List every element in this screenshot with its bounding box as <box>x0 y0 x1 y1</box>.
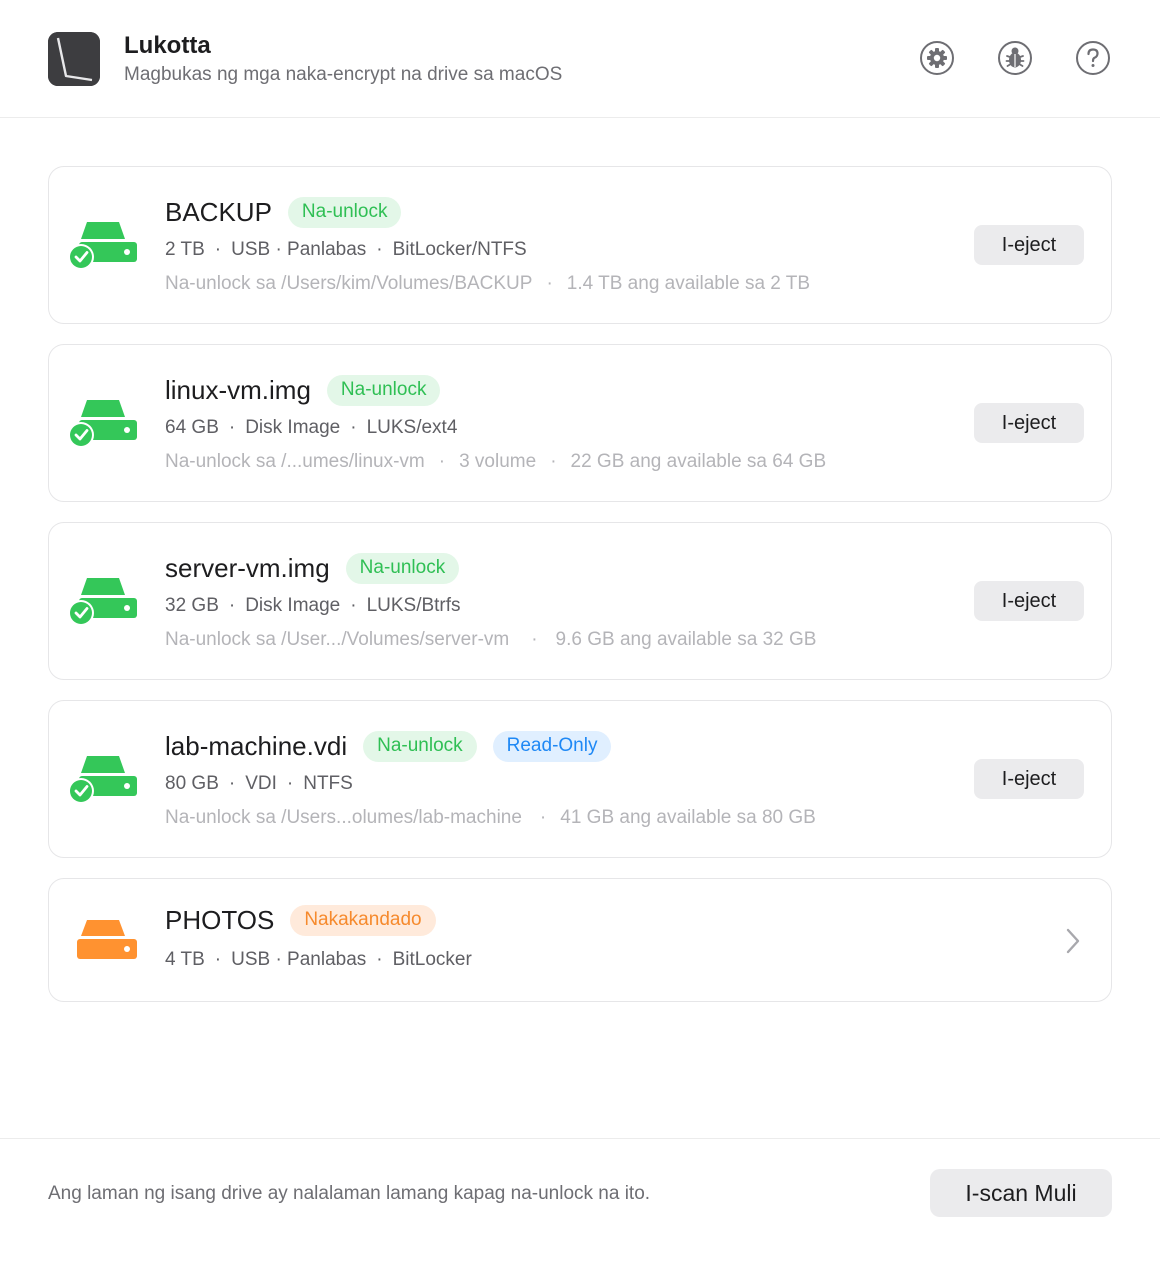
mount-path: Na-unlock sa /Users...olumes/lab-machine <box>165 807 522 828</box>
drive-size: 4 TB <box>165 949 205 970</box>
drive-name: lab-machine.vdi <box>165 731 348 761</box>
space-available: 1.4 TB ang available sa 2 TB <box>566 273 811 294</box>
drive-name: BACKUP <box>165 197 272 227</box>
app-subtitle: Magbukas ng mga naka-encrypt na drive sa… <box>124 64 563 85</box>
drive-type: USB · Panlabas <box>231 949 367 970</box>
status-badge: Na-unlock <box>363 731 477 762</box>
mount-path: Na-unlock sa /...umes/linux-vm <box>165 451 425 472</box>
debug-button[interactable] <box>997 40 1033 76</box>
drive-size: 64 GB <box>165 417 219 438</box>
footer-note: Ang laman ng isang drive ay nalalaman la… <box>48 1183 651 1204</box>
mount-path: Na-unlock sa /Users/kim/Volumes/BACKUP <box>165 273 533 294</box>
drive-card-photos[interactable]: PHOTOS Nakakandado 4 TB · USB · Panlabas · B… <box>48 878 1112 1002</box>
gear-icon <box>920 41 954 75</box>
drive-detail: Na-unlock sa /Users/kim/Volumes/BACKUP · 1… <box>165 273 811 294</box>
drive-format: LUKS/Btrfs <box>366 595 461 616</box>
header: Lukotta Magbukas ng mga naka-encrypt na … <box>0 0 1160 118</box>
drive-name: PHOTOS <box>165 905 275 935</box>
drive-format: NTFS <box>303 773 353 794</box>
drive-unlocked-icon <box>68 756 137 804</box>
rescan-button[interactable]: I-scan Muli <box>930 1169 1112 1217</box>
help-button[interactable] <box>1075 40 1111 76</box>
app-logo-icon <box>48 32 100 86</box>
drive-type: Disk Image <box>245 595 341 616</box>
drive-meta: 64 GB · Disk Image · LUKS/ext4 <box>165 417 458 438</box>
app-window: Lukotta Magbukas ng mga naka-encrypt na … <box>0 0 1160 1264</box>
drive-format: BitLocker <box>392 949 472 970</box>
drive-detail: Na-unlock sa /...umes/linux-vm · 3 volume ·… <box>165 451 827 472</box>
drive-title-row: PHOTOS Nakakandado <box>165 905 436 936</box>
drive-type: Disk Image <box>245 417 341 438</box>
drive-card-lab-machine[interactable]: lab-machine.vdi Na-unlock Read-Only 80 G… <box>48 700 1112 858</box>
drive-name: server-vm.img <box>165 553 330 583</box>
drive-unlocked-icon <box>68 400 137 448</box>
eject-button[interactable]: I-eject <box>974 403 1084 443</box>
eject-button[interactable]: I-eject <box>974 225 1084 265</box>
drive-type: VDI <box>245 773 277 794</box>
status-badge: Na-unlock <box>326 375 441 406</box>
drive-format: BitLocker/NTFS <box>392 239 527 260</box>
drive-name: linux-vm.img <box>165 375 311 405</box>
drive-size: 80 GB <box>165 773 219 794</box>
mount-path: Na-unlock sa /User.../Volumes/server-vm <box>165 629 510 650</box>
status-badge: Na-unlock <box>287 197 402 228</box>
status-badge: Na-unlock <box>345 553 460 584</box>
drive-size: 32 GB <box>165 595 219 616</box>
drive-locked-icon <box>77 920 137 959</box>
read-only-badge: Read-Only <box>492 731 612 762</box>
help-icon <box>1076 41 1110 75</box>
chevron-right-icon <box>1066 928 1080 954</box>
drive-meta: 32 GB · Disk Image · LUKS/Btrfs <box>165 595 461 616</box>
drive-meta: 2 TB · USB · Panlabas · BitLocker/NTFS <box>165 239 527 260</box>
eject-button[interactable]: I-eject <box>974 759 1084 799</box>
drive-title-row: BACKUP Na-unlock <box>165 197 402 228</box>
drive-format: LUKS/ext4 <box>366 417 458 438</box>
drive-card-linux-vm[interactable]: linux-vm.img Na-unlock 64 GB · Disk Image ·… <box>48 344 1112 502</box>
drive-detail: Na-unlock sa /User.../Volumes/server-vm ·… <box>165 629 817 650</box>
drive-unlocked-icon <box>68 578 137 626</box>
space-available: 22 GB ang available sa 64 GB <box>570 451 827 472</box>
drive-meta: 80 GB · VDI · NTFS <box>165 773 353 794</box>
volume-count: 3 volume <box>459 451 537 472</box>
drive-title-row: server-vm.img Na-unlock <box>165 553 460 584</box>
drive-title-row: linux-vm.img Na-unlock <box>165 375 441 406</box>
space-available: 41 GB ang available sa 80 GB <box>560 807 816 828</box>
settings-button[interactable] <box>919 40 955 76</box>
drive-card-backup[interactable]: BACKUP Na-unlock 2 TB · USB · Panlabas · Bit… <box>48 166 1112 324</box>
drive-unlocked-icon <box>68 222 137 270</box>
drive-title-row: lab-machine.vdi Na-unlock Read-Only <box>165 731 612 762</box>
bug-icon <box>998 41 1032 75</box>
drive-size: 2 TB <box>165 239 205 260</box>
drive-detail: Na-unlock sa /Users...olumes/lab-machine… <box>165 807 816 828</box>
eject-button[interactable]: I-eject <box>974 581 1084 621</box>
drive-meta: 4 TB · USB · Panlabas · BitLocker <box>165 949 472 970</box>
app-title: Lukotta <box>124 32 211 59</box>
status-badge: Nakakandado <box>290 905 436 936</box>
drive-type: USB · Panlabas <box>231 239 367 260</box>
footer: Ang laman ng isang drive ay nalalaman la… <box>0 1138 1160 1264</box>
space-available: 9.6 GB ang available sa 32 GB <box>555 629 817 650</box>
drive-card-server-vm[interactable]: server-vm.img Na-unlock 32 GB · Disk Image… <box>48 522 1112 680</box>
